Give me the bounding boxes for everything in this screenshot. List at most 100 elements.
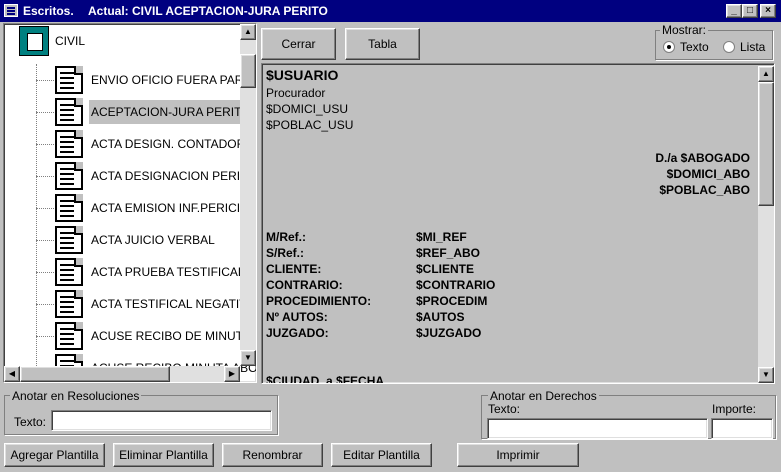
doc-usuario: $USUARIO xyxy=(266,67,339,83)
eliminar-plantilla-button[interactable]: Eliminar Plantilla xyxy=(113,443,214,467)
tree-connector xyxy=(36,144,54,145)
mostrar-title: Mostrar: xyxy=(660,23,709,37)
tree-item[interactable]: ACUSE RECIBO DE MINUTA A xyxy=(4,320,256,352)
doc-domici-usu: $DOMICI_USU xyxy=(266,102,349,116)
document-icon xyxy=(55,194,83,222)
title-bar: Escritos. Actual: CIVIL ACEPTACION-JURA … xyxy=(0,0,781,22)
lista-radio-label[interactable]: Lista xyxy=(740,40,765,54)
tree-connector xyxy=(36,240,54,241)
tree-connector xyxy=(36,80,54,81)
document-icon xyxy=(55,130,83,158)
document-icon xyxy=(55,98,83,126)
tabla-button[interactable]: Tabla xyxy=(345,28,420,60)
texto-radio-label[interactable]: Texto xyxy=(680,40,709,54)
doc-field-value: $MI_REF xyxy=(416,230,467,244)
renombrar-plantilla-button[interactable]: Renombrar Plantilla xyxy=(222,443,323,472)
doc-poblac-usu: $POBLAC_USU xyxy=(266,118,354,132)
tree-item[interactable]: ACTA PRUEBA TESTIFICAL xyxy=(4,256,247,288)
tree-item[interactable]: ACTA DESIGNACION PERITO xyxy=(4,160,256,192)
tree-connector xyxy=(36,176,54,177)
tree-connector xyxy=(36,112,54,113)
minimize-button[interactable]: _ xyxy=(726,4,742,18)
doc-abogado: D./a $ABOGADO xyxy=(655,151,750,165)
tree-item[interactable]: ACTA DESIGN. CONTADOR xyxy=(4,128,247,160)
doc-field-label: PROCEDIMIENTO: xyxy=(266,294,372,308)
document-icon xyxy=(55,322,83,350)
document-editor[interactable]: $USUARIO Procurador $DOMICI_USU $POBLAC_… xyxy=(261,63,775,384)
tree-item-label[interactable]: ENVIO OFICIO FUERA PARTIDO xyxy=(89,73,256,87)
agregar-plantilla-button[interactable]: Agregar Plantilla xyxy=(4,443,105,467)
scroll-down-arrow-icon[interactable]: ▼ xyxy=(240,350,256,366)
tree-item-label[interactable]: ACTA PRUEBA TESTIFICAL xyxy=(89,265,247,279)
scroll-thumb-horizontal[interactable] xyxy=(20,366,170,382)
tree-vertical-scrollbar[interactable]: ▲ ▼ xyxy=(240,24,256,366)
doc-ciudad-fecha: $CIUDAD, a $FECHA xyxy=(266,374,385,384)
doc-field-label: S/Ref.: xyxy=(266,246,305,260)
tree-item[interactable]: ACTA TESTIFICAL NEGATIVA xyxy=(4,288,254,320)
tree-item-label[interactable]: ACTA JUICIO VERBAL xyxy=(89,233,217,247)
close-button[interactable]: × xyxy=(760,4,776,18)
tree-item-label[interactable]: ACTA TESTIFICAL NEGATIVA xyxy=(89,297,256,311)
doc-field-value: $JUZGADO xyxy=(416,326,482,340)
lista-radio[interactable] xyxy=(723,41,735,53)
doc-procurador: Procurador xyxy=(266,86,326,100)
document-icon xyxy=(55,258,83,286)
imprimir-personalizado-button[interactable]: Imprimir Personalizado xyxy=(457,443,579,472)
scroll-right-arrow-icon[interactable]: ▶ xyxy=(224,366,240,382)
derechos-importe-label: Importe: xyxy=(712,402,757,416)
resoluciones-texto-label: Texto: xyxy=(14,415,47,429)
tree-item[interactable]: ACEPTACION-JURA PERITO xyxy=(4,96,253,128)
tree-item-label[interactable]: ACTA DESIGN. CONTADOR xyxy=(89,137,247,151)
tree-item-label[interactable]: ACTA DESIGNACION PERITO xyxy=(89,169,256,183)
window-title: Escritos. xyxy=(23,4,74,18)
scroll-left-arrow-icon[interactable]: ◀ xyxy=(4,366,20,382)
scroll-down-arrow-icon[interactable]: ▼ xyxy=(758,367,774,383)
derechos-texto-input[interactable] xyxy=(487,418,708,439)
scroll-thumb[interactable] xyxy=(758,82,774,206)
doc-field-label: CONTRARIO: xyxy=(266,278,343,292)
doc-field-value: $AUTOS xyxy=(416,310,465,324)
scroll-up-arrow-icon[interactable]: ▲ xyxy=(240,24,256,40)
tree-connector xyxy=(36,272,54,273)
document-icon xyxy=(55,226,83,254)
document-icon xyxy=(55,66,83,94)
current-template-title: Actual: CIVIL ACEPTACION-JURA PERITO xyxy=(88,4,328,18)
template-tree[interactable]: CIVIL ENVIO OFICIO FUERA PARTIDO ACEPTACI… xyxy=(3,23,257,383)
tree-root-label[interactable]: CIVIL xyxy=(55,34,85,48)
doc-field-label: M/Ref.: xyxy=(266,230,306,244)
tree-connector xyxy=(36,304,54,305)
scroll-thumb[interactable] xyxy=(240,54,256,88)
tree-horizontal-scrollbar[interactable]: ◀ ▶ xyxy=(4,366,240,382)
tree-item-label[interactable]: ACTA EMISION INF.PERICIAL xyxy=(89,201,256,215)
tree-connector xyxy=(36,208,54,209)
derechos-importe-input[interactable] xyxy=(711,418,773,439)
folder-icon xyxy=(19,26,49,56)
doc-field-value: $CLIENTE xyxy=(416,262,475,276)
document-icon xyxy=(55,290,83,318)
tree-item-label[interactable]: ACUSE RECIBO DE MINUTA A xyxy=(89,329,256,343)
tree-connector xyxy=(36,336,54,337)
doc-field-value: $REF_ABO xyxy=(416,246,481,260)
derechos-texto-label: Texto: xyxy=(488,402,521,416)
cerrar-button[interactable]: Cerrar xyxy=(261,28,336,60)
maximize-button[interactable]: □ xyxy=(742,4,758,18)
tree-item[interactable]: ENVIO OFICIO FUERA PARTIDO xyxy=(4,64,256,96)
tree-item[interactable]: ACTA JUICIO VERBAL xyxy=(4,224,244,256)
resoluciones-texto-input[interactable] xyxy=(51,410,272,431)
doc-field-label: Nº AUTOS: xyxy=(266,310,328,324)
editor-vertical-scrollbar[interactable]: ▲ ▼ xyxy=(758,66,774,383)
texto-radio[interactable] xyxy=(663,41,675,53)
editar-plantilla-button[interactable]: Editar Plantilla xyxy=(331,443,432,467)
doc-field-label: CLIENTE: xyxy=(266,262,322,276)
doc-field-value: $CONTRARIO xyxy=(416,278,496,292)
tree-item[interactable]: ACTA EMISION INF.PERICIAL xyxy=(4,192,255,224)
doc-domici-abo: $DOMICI_ABO xyxy=(666,167,750,181)
resoluciones-title: Anotar en Resoluciones xyxy=(10,389,142,403)
doc-field-value: $PROCEDIM xyxy=(416,294,488,308)
tree-item-label[interactable]: ACEPTACION-JURA PERITO xyxy=(89,100,253,124)
scroll-up-arrow-icon[interactable]: ▲ xyxy=(758,66,774,82)
app-icon[interactable] xyxy=(4,4,18,17)
doc-field-label: JUZGADO: xyxy=(266,326,329,340)
doc-poblac-abo: $POBLAC_ABO xyxy=(659,183,750,197)
derechos-title: Anotar en Derechos xyxy=(488,389,599,403)
